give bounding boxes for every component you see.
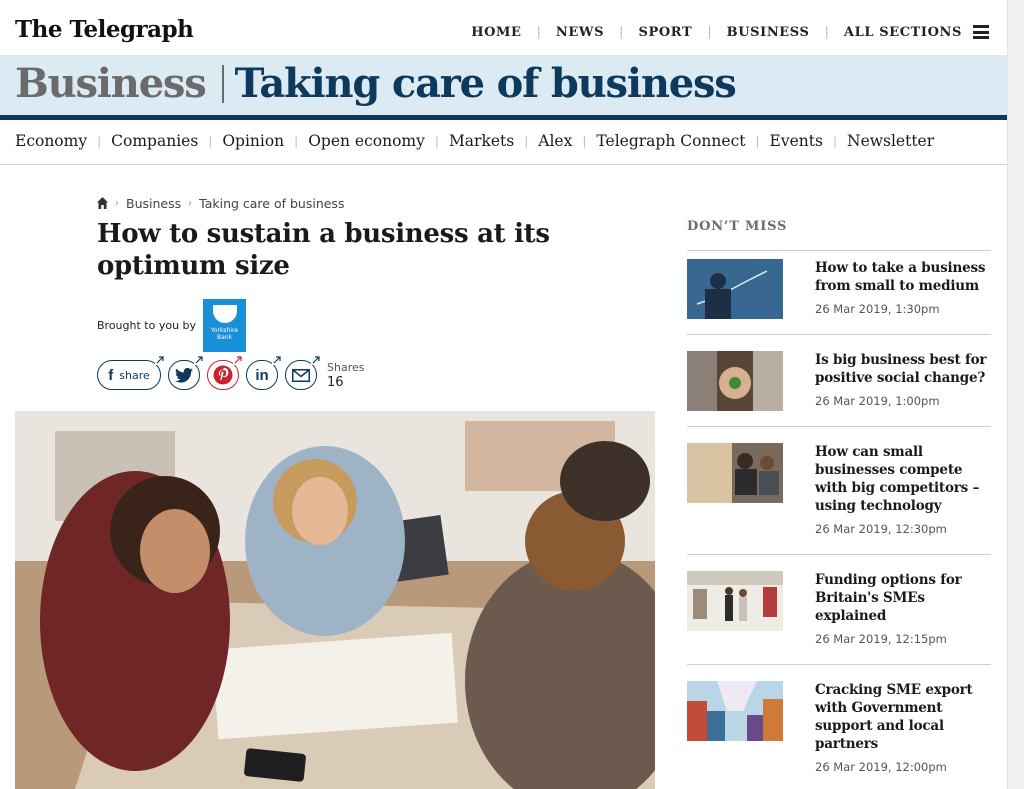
home-icon[interactable] xyxy=(97,197,108,210)
subnav-events[interactable]: Events xyxy=(770,132,823,150)
brought-to-you-by: Brought to you by xyxy=(97,319,197,332)
top-bar: The Telegraph HOME | NEWS | SPORT | BUSI… xyxy=(0,0,1007,55)
dont-miss-divider xyxy=(687,334,991,335)
subnav-rule xyxy=(0,164,1007,165)
subnav-economy[interactable]: Economy xyxy=(15,132,87,150)
yorkshire-bank-logo[interactable]: Yorkshire Bank xyxy=(203,299,246,352)
shares-label: Shares xyxy=(327,361,365,374)
dont-miss-headline[interactable]: Cracking SME export with Government supp… xyxy=(815,681,991,753)
shares-number: 16 xyxy=(327,375,344,390)
share-count: Shares 16 xyxy=(327,360,364,390)
subnav-separator: | xyxy=(832,134,837,148)
dont-miss-divider xyxy=(687,250,991,251)
nav-separator: | xyxy=(536,25,541,40)
dont-miss-text: Cracking SME export with Government supp… xyxy=(815,681,991,774)
dont-miss-divider xyxy=(687,554,991,555)
dont-miss-text: How to take a business from small to med… xyxy=(815,259,991,316)
section-band: Business Taking care of business xyxy=(0,55,1007,115)
twitter-icon xyxy=(175,367,193,383)
nav-separator: | xyxy=(619,25,624,40)
facebook-icon: f xyxy=(108,366,114,384)
external-arrow-icon xyxy=(155,355,165,365)
breadcrumb-chevron-icon: › xyxy=(115,198,119,209)
external-arrow-icon xyxy=(233,355,243,365)
linkedin-share-button[interactable]: in xyxy=(246,355,282,390)
dont-miss-date: 26 Mar 2019, 12:15pm xyxy=(815,632,947,646)
dont-miss-date: 26 Mar 2019, 1:30pm xyxy=(815,302,940,316)
dont-miss-thumbnail xyxy=(687,443,783,503)
subnav-alex[interactable]: Alex xyxy=(538,132,572,150)
nav-separator: | xyxy=(707,25,712,40)
dont-miss-thumbnail xyxy=(687,681,783,741)
dont-miss-text: Is big business best for positive social… xyxy=(815,351,991,408)
subnav-companies[interactable]: Companies xyxy=(111,132,198,150)
dont-miss-text: Funding options for Britain's SMEs expla… xyxy=(815,571,991,646)
linkedin-icon: in xyxy=(255,366,269,384)
page-scrollbar[interactable] xyxy=(1007,0,1024,789)
email-share-button[interactable] xyxy=(285,355,321,390)
breadcrumb-chevron-icon: › xyxy=(188,198,193,209)
section-name-link[interactable]: Business xyxy=(15,60,207,107)
article-headline: How to sustain a business at its optimum… xyxy=(97,219,550,281)
subnav-separator: | xyxy=(524,134,529,148)
email-icon xyxy=(292,368,310,382)
subnav-open-economy[interactable]: Open economy xyxy=(308,132,425,150)
section-subnav: Economy | Companies | Opinion | Open eco… xyxy=(15,132,934,150)
pinterest-share-button[interactable] xyxy=(207,355,243,390)
subnav-separator: | xyxy=(97,134,102,148)
top-nav: HOME | NEWS | SPORT | BUSINESS | ALL SEC… xyxy=(471,25,962,40)
dont-miss-text: How can small businesses compete with bi… xyxy=(815,443,991,536)
dont-miss-headline[interactable]: Is big business best for positive social… xyxy=(815,351,991,387)
breadcrumb-business[interactable]: Business xyxy=(126,196,181,211)
subnav-newsletter[interactable]: Newsletter xyxy=(847,132,934,150)
subnav-separator: | xyxy=(755,134,760,148)
subnav-separator: | xyxy=(294,134,299,148)
topnav-home[interactable]: HOME xyxy=(471,25,521,40)
section-title: Business Taking care of business xyxy=(15,60,737,107)
dont-miss-date: 26 Mar 2019, 12:30pm xyxy=(815,522,947,536)
subnav-markets[interactable]: Markets xyxy=(449,132,514,150)
facebook-share-button[interactable]: f share xyxy=(97,355,165,390)
twitter-share-button[interactable] xyxy=(168,355,204,390)
hamburger-menu-icon[interactable] xyxy=(973,25,989,39)
article-hero-image xyxy=(15,411,655,789)
nav-separator: | xyxy=(824,25,829,40)
topnav-sport[interactable]: SPORT xyxy=(638,25,692,40)
dont-miss-thumbnail xyxy=(687,259,783,319)
dont-miss-headline[interactable]: How to take a business from small to med… xyxy=(815,259,991,295)
external-arrow-icon xyxy=(194,355,204,365)
dont-miss-date: 26 Mar 2019, 12:00pm xyxy=(815,760,947,774)
dont-miss-headline[interactable]: How can small businesses compete with bi… xyxy=(815,443,991,515)
dont-miss-thumbnail xyxy=(687,571,783,631)
topnav-all-sections[interactable]: ALL SECTIONS xyxy=(844,25,962,40)
subnav-telegraph-connect[interactable]: Telegraph Connect xyxy=(596,132,745,150)
sponsor-name: Yorkshire Bank xyxy=(210,327,239,341)
dont-miss-headline[interactable]: Funding options for Britain's SMEs expla… xyxy=(815,571,991,625)
subnav-separator: | xyxy=(434,134,439,148)
dont-miss-thumbnail xyxy=(687,351,783,411)
section-rule xyxy=(0,115,1007,120)
subnav-separator: | xyxy=(582,134,587,148)
subnav-opinion[interactable]: Opinion xyxy=(222,132,284,150)
breadcrumb: › Business › Taking care of business xyxy=(97,196,344,211)
breadcrumb-taking-care[interactable]: Taking care of business xyxy=(199,196,344,211)
share-bar: f share in Shares 16 xyxy=(97,355,364,391)
dont-miss-heading: DON’T MISS xyxy=(687,219,788,234)
section-subtitle-link[interactable]: Taking care of business xyxy=(235,60,737,107)
dont-miss-divider xyxy=(687,664,991,665)
external-arrow-icon xyxy=(272,355,282,365)
pinterest-icon xyxy=(213,365,233,385)
topnav-business[interactable]: BUSINESS xyxy=(727,25,810,40)
topnav-news[interactable]: NEWS xyxy=(556,25,604,40)
dont-miss-divider xyxy=(687,426,991,427)
section-divider xyxy=(221,65,224,103)
telegraph-logo[interactable]: The Telegraph xyxy=(15,16,194,43)
sponsor-mark-icon xyxy=(212,305,237,323)
subnav-separator: | xyxy=(208,134,213,148)
external-arrow-icon xyxy=(311,355,321,365)
share-label: share xyxy=(119,368,150,382)
dont-miss-date: 26 Mar 2019, 1:00pm xyxy=(815,394,940,408)
